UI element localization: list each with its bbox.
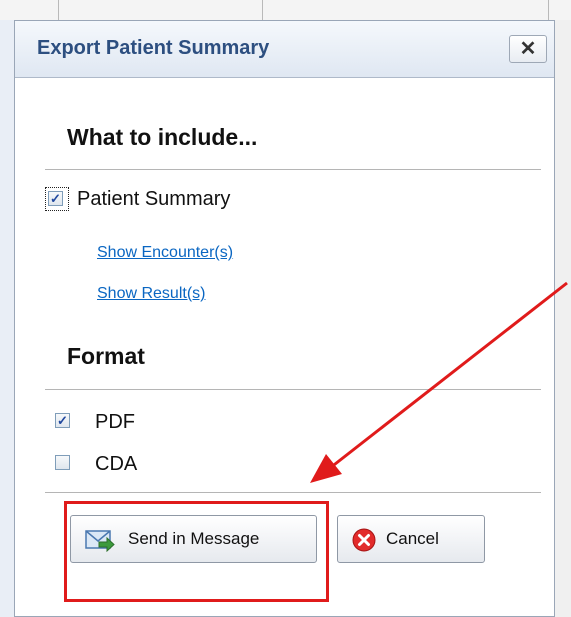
annotation-arrow [310, 281, 568, 483]
